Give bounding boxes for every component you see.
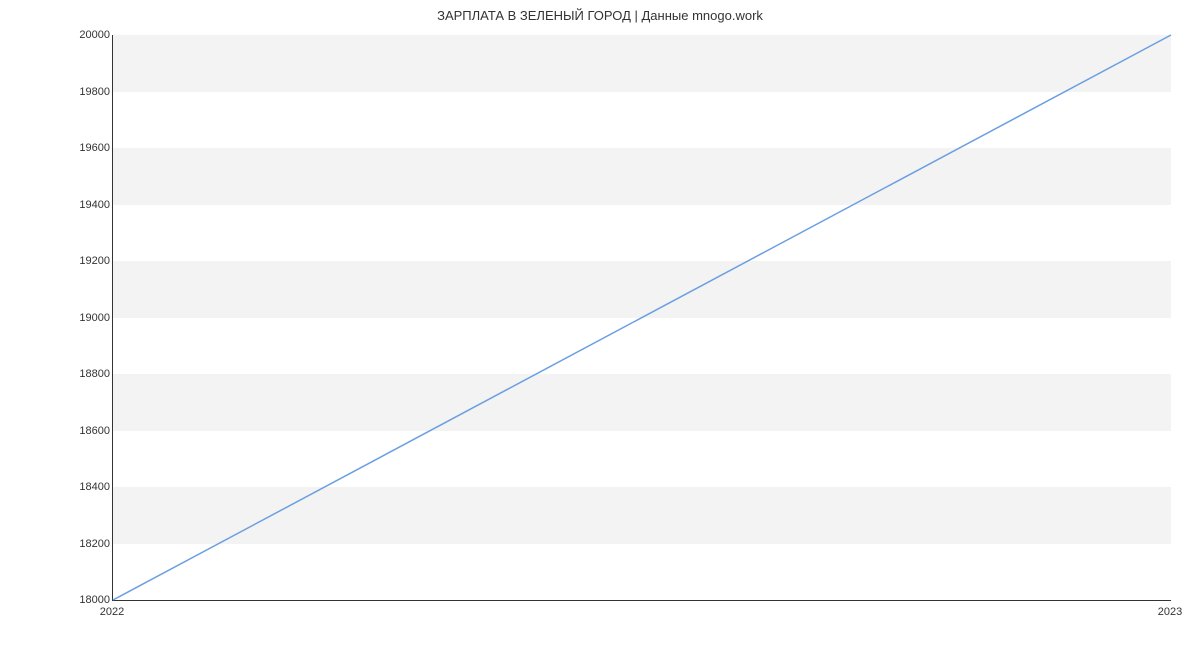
y-tick-label: 19200: [70, 255, 110, 267]
y-tick-label: 18800: [70, 368, 110, 380]
y-tick-label: 20000: [70, 29, 110, 41]
chart-container: ЗАРПЛАТА В ЗЕЛЕНЫЙ ГОРОД | Данные mnogo.…: [0, 0, 1200, 650]
chart-title: ЗАРПЛАТА В ЗЕЛЕНЫЙ ГОРОД | Данные mnogo.…: [0, 8, 1200, 23]
line-layer: [113, 35, 1171, 600]
x-tick-label: 2022: [100, 606, 124, 618]
y-tick-label: 19800: [70, 86, 110, 98]
x-tick-label: 2023: [1158, 606, 1182, 618]
y-tick-label: 18200: [70, 538, 110, 550]
y-tick-label: 19000: [70, 312, 110, 324]
y-tick-label: 18600: [70, 425, 110, 437]
y-tick-label: 19600: [70, 142, 110, 154]
series-line: [113, 35, 1171, 600]
y-tick-label: 18400: [70, 481, 110, 493]
y-tick-label: 19400: [70, 199, 110, 211]
y-tick-label: 18000: [70, 594, 110, 606]
plot-area: [112, 35, 1171, 601]
